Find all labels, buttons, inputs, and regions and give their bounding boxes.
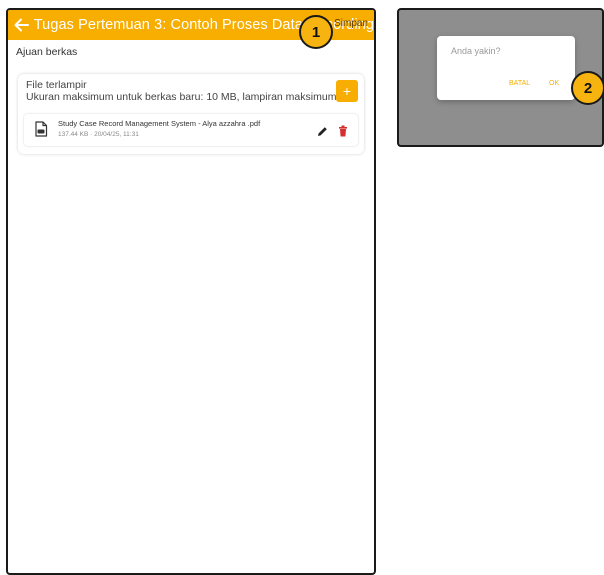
step-badge-2: 2 (571, 71, 604, 105)
attachments-limits: Ukuran maksimum untuk berkas baru: 10 MB… (26, 91, 354, 103)
app-screen: Tugas Pertemuan 3: Contoh Proses Data Re… (6, 8, 376, 575)
save-button[interactable]: Simpan (334, 18, 368, 29)
file-row[interactable]: Study Case Record Management System - Al… (24, 114, 358, 146)
attachments-card: File terlampir Ukuran maksimum untuk ber… (18, 74, 364, 154)
confirm-dialog: Anda yakin? BATAL OK (437, 36, 575, 100)
file-name: Study Case Record Management System - Al… (58, 119, 261, 128)
add-file-button[interactable]: + (336, 80, 358, 102)
cancel-button[interactable]: BATAL (509, 80, 530, 87)
attachments-title: File terlampir (26, 79, 87, 91)
ok-button[interactable]: OK (549, 80, 559, 87)
dialog-message: Anda yakin? (451, 46, 501, 56)
section-label: Ajuan berkas (16, 46, 78, 58)
arrow-left-icon[interactable] (12, 18, 30, 32)
delete-icon[interactable] (338, 124, 348, 142)
file-meta: 137.44 KB · 20/04/25, 11:31 (58, 131, 139, 138)
edit-icon[interactable] (317, 124, 328, 142)
step-badge-1: 1 (299, 15, 333, 49)
pdf-file-icon (34, 121, 48, 142)
